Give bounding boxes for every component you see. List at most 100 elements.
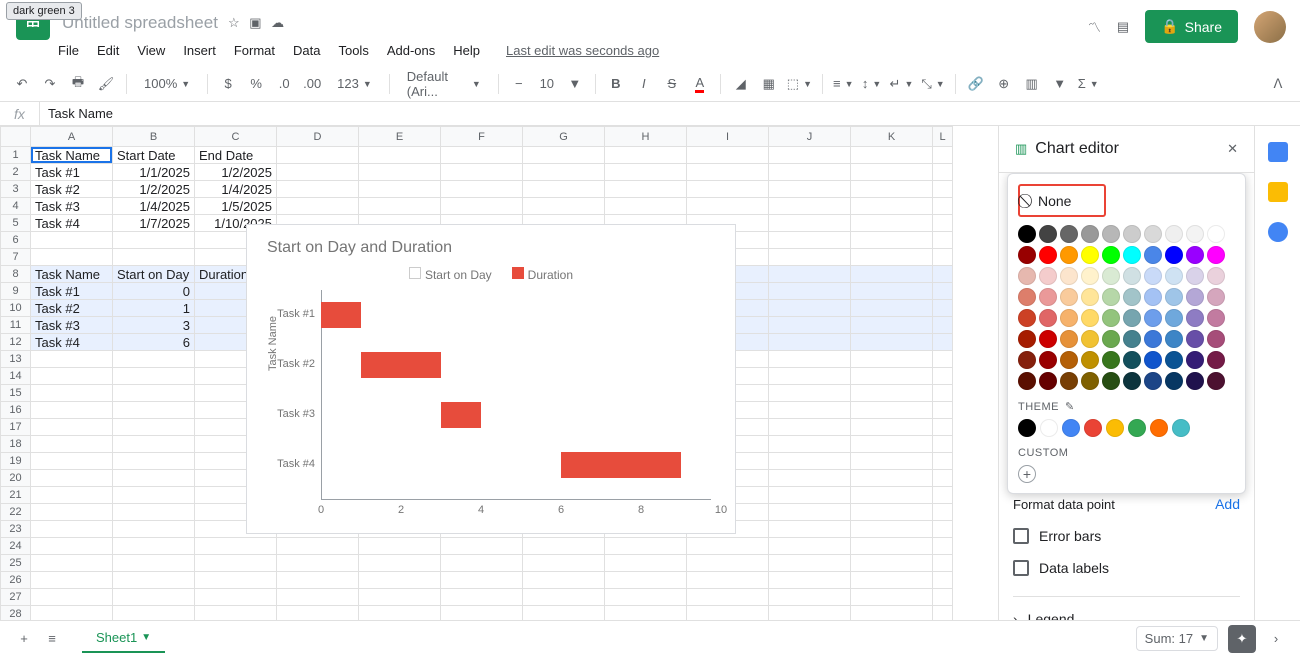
color-swatch[interactable] bbox=[1102, 267, 1120, 285]
color-swatch[interactable] bbox=[1018, 351, 1036, 369]
cell-F25[interactable] bbox=[441, 555, 523, 572]
color-swatch[interactable] bbox=[1039, 330, 1057, 348]
color-swatch[interactable] bbox=[1207, 330, 1225, 348]
data-labels-checkbox[interactable]: Data labels bbox=[1013, 560, 1240, 576]
number-format-dropdown[interactable]: 123▼ bbox=[328, 72, 381, 96]
cell-A11[interactable]: Task #3 bbox=[31, 317, 113, 334]
cell-C24[interactable] bbox=[195, 538, 277, 555]
row-header-12[interactable]: 12 bbox=[1, 334, 31, 351]
color-swatch[interactable] bbox=[1144, 351, 1162, 369]
cell-H24[interactable] bbox=[605, 538, 687, 555]
color-swatch[interactable] bbox=[1144, 288, 1162, 306]
cell-A13[interactable] bbox=[31, 351, 113, 368]
fill-color-button[interactable]: ◢ bbox=[729, 72, 753, 96]
cell-D3[interactable] bbox=[277, 181, 359, 198]
color-swatch[interactable] bbox=[1123, 309, 1141, 327]
cell-A19[interactable] bbox=[31, 453, 113, 470]
cell-B1[interactable]: Start Date bbox=[113, 147, 195, 164]
color-swatch[interactable] bbox=[1165, 330, 1183, 348]
cell-A23[interactable] bbox=[31, 521, 113, 538]
cell-K27[interactable] bbox=[851, 589, 933, 606]
cell-B18[interactable] bbox=[113, 436, 195, 453]
cell-E2[interactable] bbox=[359, 164, 441, 181]
functions-button[interactable]: Σ▼ bbox=[1076, 72, 1101, 96]
cell-I24[interactable] bbox=[687, 538, 769, 555]
cell-A22[interactable] bbox=[31, 504, 113, 521]
cell-J17[interactable] bbox=[769, 419, 851, 436]
cell-B6[interactable] bbox=[113, 232, 195, 249]
row-header-20[interactable]: 20 bbox=[1, 470, 31, 487]
filter-button[interactable]: ▼ bbox=[1048, 72, 1072, 96]
cell-L11[interactable] bbox=[933, 317, 953, 334]
color-swatch[interactable] bbox=[1165, 288, 1183, 306]
cell-B2[interactable]: 1/1/2025 bbox=[113, 164, 195, 181]
color-swatch[interactable] bbox=[1060, 330, 1078, 348]
menu-data[interactable]: Data bbox=[293, 43, 320, 58]
cell-B26[interactable] bbox=[113, 572, 195, 589]
menu-insert[interactable]: Insert bbox=[183, 43, 216, 58]
cell-G26[interactable] bbox=[523, 572, 605, 589]
sheet-area[interactable]: ABCDEFGHIJKL1Task NameStart DateEnd Date… bbox=[0, 126, 998, 620]
cell-D24[interactable] bbox=[277, 538, 359, 555]
theme-swatch[interactable] bbox=[1040, 419, 1058, 437]
color-swatch[interactable] bbox=[1039, 351, 1057, 369]
color-swatch[interactable] bbox=[1060, 246, 1078, 264]
cell-A4[interactable]: Task #3 bbox=[31, 198, 113, 215]
close-editor-button[interactable]: ✕ bbox=[1227, 141, 1238, 157]
color-swatch[interactable] bbox=[1018, 330, 1036, 348]
theme-swatch[interactable] bbox=[1062, 419, 1080, 437]
cell-L10[interactable] bbox=[933, 300, 953, 317]
chart-bar[interactable] bbox=[321, 302, 361, 328]
cell-L27[interactable] bbox=[933, 589, 953, 606]
color-swatch[interactable] bbox=[1039, 246, 1057, 264]
quicksum-dropdown[interactable]: Sum: 17▼ bbox=[1136, 626, 1218, 651]
color-swatch[interactable] bbox=[1039, 372, 1057, 390]
cell-G25[interactable] bbox=[523, 555, 605, 572]
cell-G28[interactable] bbox=[523, 606, 605, 621]
last-edit-link[interactable]: Last edit was seconds ago bbox=[506, 43, 659, 58]
redo-button[interactable]: ↷ bbox=[38, 72, 62, 96]
cell-L7[interactable] bbox=[933, 249, 953, 266]
borders-button[interactable]: ▦ bbox=[757, 72, 781, 96]
cell-A20[interactable] bbox=[31, 470, 113, 487]
cell-F27[interactable] bbox=[441, 589, 523, 606]
edit-theme-icon[interactable]: ✎ bbox=[1065, 400, 1075, 413]
row-header-22[interactable]: 22 bbox=[1, 504, 31, 521]
color-swatch[interactable] bbox=[1081, 309, 1099, 327]
cell-B10[interactable]: 1 bbox=[113, 300, 195, 317]
color-swatch[interactable] bbox=[1123, 267, 1141, 285]
cell-B5[interactable]: 1/7/2025 bbox=[113, 215, 195, 232]
cell-E26[interactable] bbox=[359, 572, 441, 589]
theme-swatch[interactable] bbox=[1172, 419, 1190, 437]
strike-button[interactable]: S bbox=[660, 72, 684, 96]
theme-swatch[interactable] bbox=[1150, 419, 1168, 437]
cell-K10[interactable] bbox=[851, 300, 933, 317]
sheet-tab-1[interactable]: Sheet1▼ bbox=[82, 624, 165, 653]
col-header-D[interactable]: D bbox=[277, 127, 359, 147]
color-swatch[interactable] bbox=[1123, 351, 1141, 369]
cell-D28[interactable] bbox=[277, 606, 359, 621]
cell-A25[interactable] bbox=[31, 555, 113, 572]
row-header-23[interactable]: 23 bbox=[1, 521, 31, 538]
cell-A24[interactable] bbox=[31, 538, 113, 555]
row-header-15[interactable]: 15 bbox=[1, 385, 31, 402]
menu-view[interactable]: View bbox=[137, 43, 165, 58]
cell-G3[interactable] bbox=[523, 181, 605, 198]
cell-L21[interactable] bbox=[933, 487, 953, 504]
bold-button[interactable]: B bbox=[604, 72, 628, 96]
cell-E28[interactable] bbox=[359, 606, 441, 621]
cell-J25[interactable] bbox=[769, 555, 851, 572]
color-swatch[interactable] bbox=[1102, 288, 1120, 306]
color-swatch[interactable] bbox=[1165, 309, 1183, 327]
rotate-button[interactable]: ⤡▼ bbox=[919, 72, 946, 96]
cell-B15[interactable] bbox=[113, 385, 195, 402]
avatar[interactable] bbox=[1254, 11, 1286, 43]
cell-L20[interactable] bbox=[933, 470, 953, 487]
cell-C26[interactable] bbox=[195, 572, 277, 589]
star-icon[interactable]: ☆ bbox=[228, 15, 240, 30]
color-swatch[interactable] bbox=[1186, 330, 1204, 348]
cell-A21[interactable] bbox=[31, 487, 113, 504]
cell-K20[interactable] bbox=[851, 470, 933, 487]
cell-J9[interactable] bbox=[769, 283, 851, 300]
cell-L16[interactable] bbox=[933, 402, 953, 419]
